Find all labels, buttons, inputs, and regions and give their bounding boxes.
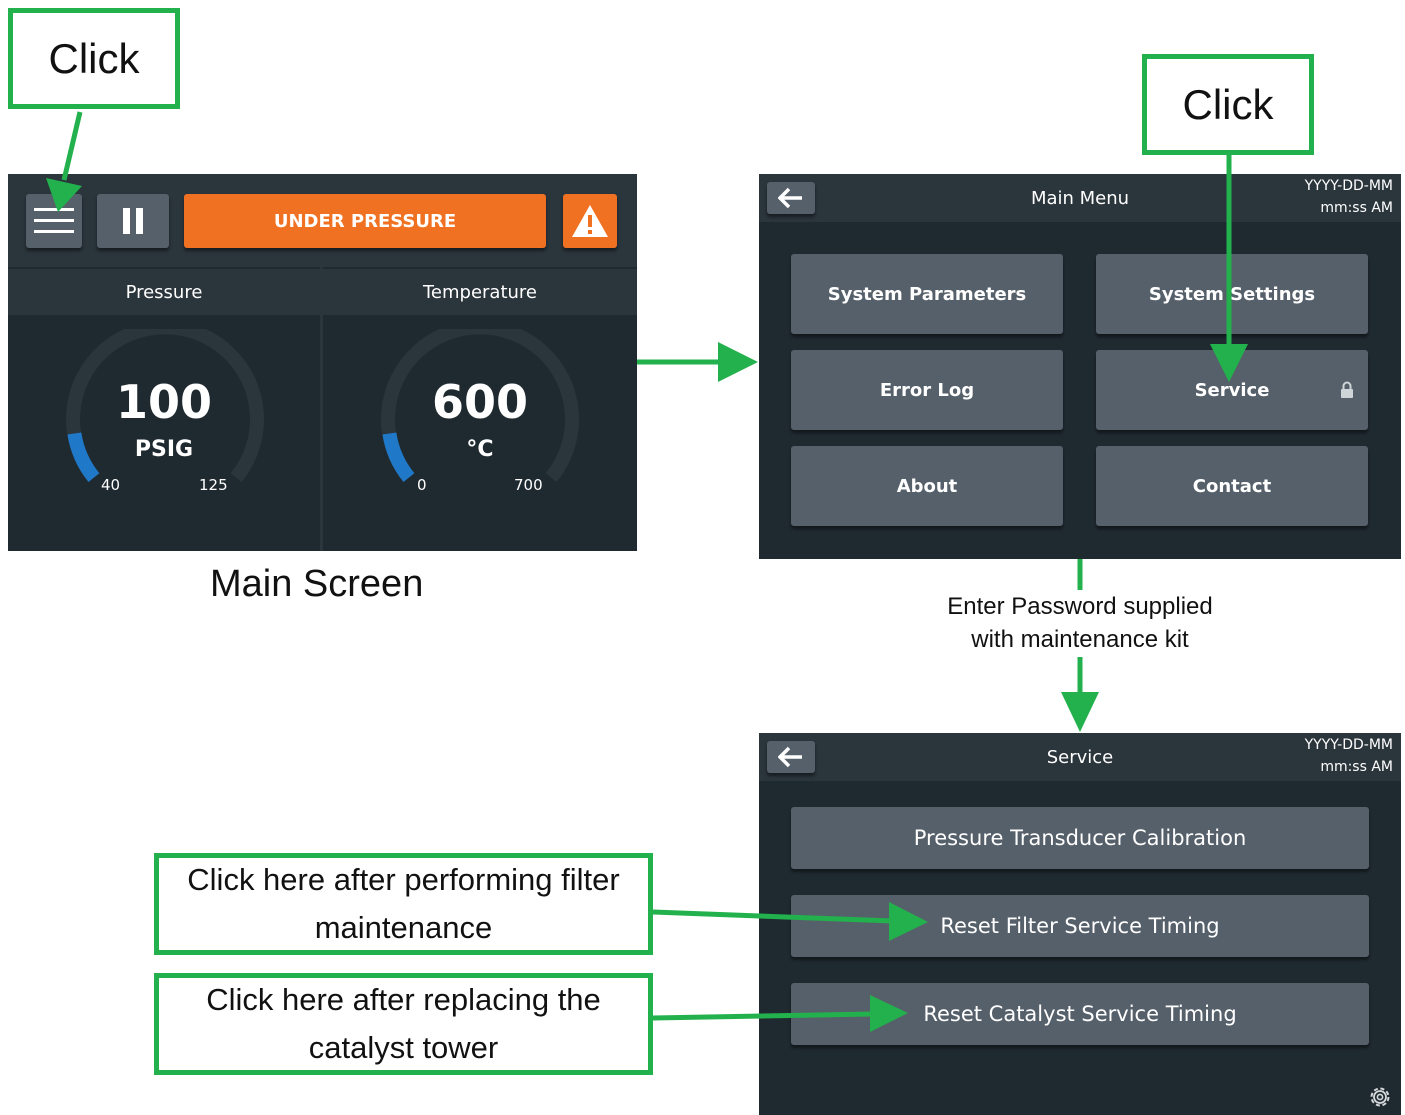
gear-icon[interactable] bbox=[1366, 1083, 1394, 1111]
pressure-value: 100 bbox=[115, 375, 213, 429]
reset-filter-service-timing-button[interactable]: Reset Filter Service Timing bbox=[791, 895, 1369, 957]
back-arrow-icon bbox=[778, 187, 802, 209]
arrow-head bbox=[718, 342, 758, 382]
main-screen-caption: Main Screen bbox=[210, 563, 424, 605]
gauge-divider bbox=[320, 267, 323, 551]
menu-icon bbox=[34, 208, 74, 233]
password-note-line1: Enter Password supplied bbox=[947, 593, 1213, 620]
service-screen: Service YYYY-DD-MM mm:ss AM Pressure Tra… bbox=[759, 733, 1401, 1115]
pressure-max-label: 125 bbox=[199, 476, 228, 494]
temperature-min-label: 0 bbox=[417, 476, 427, 494]
reset-catalyst-service-timing-button[interactable]: Reset Catalyst Service Timing bbox=[791, 983, 1369, 1045]
main-menu-time: mm:ss AM bbox=[1320, 200, 1393, 216]
callout-text: Click bbox=[48, 34, 140, 82]
menu-item-system-parameters[interactable]: System Parameters bbox=[791, 254, 1063, 334]
temperature-header: Temperature bbox=[323, 269, 637, 315]
menu-item-label: System Settings bbox=[1148, 283, 1316, 305]
temperature-header-label: Temperature bbox=[422, 281, 538, 303]
catalyst-callout: Click here after replacing the catalyst … bbox=[154, 973, 653, 1075]
menu-item-label: System Parameters bbox=[827, 283, 1027, 305]
menu-item-label: Error Log bbox=[879, 379, 975, 401]
service-back-button[interactable] bbox=[767, 741, 815, 773]
main-menu-title: Main Menu bbox=[1030, 187, 1130, 209]
pause-button[interactable] bbox=[97, 194, 169, 248]
password-note-line2: with maintenance kit bbox=[971, 626, 1189, 653]
main-menu-screen: Main Menu YYYY-DD-MM mm:ss AM System Par… bbox=[759, 174, 1401, 559]
menu-item-label: About bbox=[896, 475, 958, 497]
pressure-min-label: 40 bbox=[101, 476, 121, 494]
service-item-label: Reset Filter Service Timing bbox=[940, 914, 1220, 938]
service-title: Service bbox=[1046, 746, 1114, 768]
service-date: YYYY-DD-MM bbox=[1304, 737, 1393, 753]
lock-icon bbox=[1341, 381, 1353, 398]
arrow-line bbox=[61, 111, 83, 181]
arrow-head bbox=[1061, 692, 1099, 732]
menu-button[interactable] bbox=[26, 194, 82, 248]
main-menu-date: YYYY-DD-MM bbox=[1304, 178, 1393, 194]
pressure-transducer-calibration-button[interactable]: Pressure Transducer Calibration bbox=[791, 807, 1369, 869]
menu-item-system-settings[interactable]: System Settings bbox=[1096, 254, 1368, 334]
click-callout-menu: Click bbox=[8, 8, 180, 109]
service-item-label: Pressure Transducer Calibration bbox=[913, 826, 1247, 850]
back-arrow-icon bbox=[778, 746, 802, 768]
main-menu-back-button[interactable] bbox=[767, 182, 815, 214]
pause-icon bbox=[123, 208, 143, 234]
filter-callout: Click here after performing filter maint… bbox=[154, 853, 653, 955]
callout-text: Click here after performing filter maint… bbox=[187, 862, 620, 945]
temperature-max-label: 700 bbox=[514, 476, 543, 494]
service-item-label: Reset Catalyst Service Timing bbox=[923, 1002, 1237, 1026]
alarm-button[interactable] bbox=[563, 194, 617, 248]
menu-item-about[interactable]: About bbox=[791, 446, 1063, 526]
menu-item-contact[interactable]: Contact bbox=[1096, 446, 1368, 526]
pressure-header: Pressure bbox=[8, 269, 320, 315]
warning-icon bbox=[572, 205, 608, 237]
temperature-unit: °C bbox=[466, 436, 494, 462]
click-callout-service: Click bbox=[1142, 54, 1314, 155]
menu-item-label: Contact bbox=[1192, 475, 1272, 497]
main-screen: UNDER PRESSURE Pressure Temperature 100 … bbox=[8, 174, 637, 551]
menu-item-service[interactable]: Service bbox=[1096, 350, 1368, 430]
callout-text: Click here after replacing the catalyst … bbox=[206, 982, 601, 1065]
status-label: UNDER PRESSURE bbox=[273, 210, 457, 232]
service-time: mm:ss AM bbox=[1320, 759, 1393, 775]
status-banner[interactable]: UNDER PRESSURE bbox=[184, 194, 546, 248]
menu-item-error-log[interactable]: Error Log bbox=[791, 350, 1063, 430]
pressure-unit: PSIG bbox=[134, 436, 194, 462]
callout-text: Click bbox=[1182, 80, 1274, 128]
password-note: Enter Password supplied with maintenance… bbox=[880, 590, 1280, 656]
temperature-value: 600 bbox=[431, 375, 529, 429]
menu-item-label: Service bbox=[1194, 379, 1270, 401]
pressure-header-label: Pressure bbox=[125, 281, 203, 303]
